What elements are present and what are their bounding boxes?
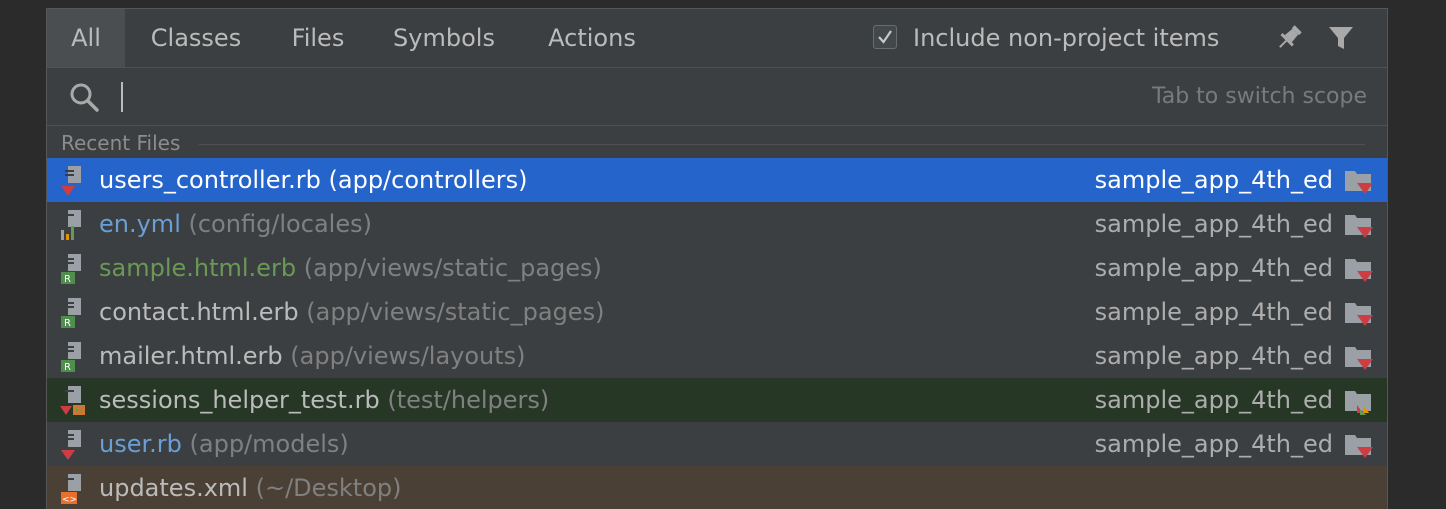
ruby-module-folder-icon [1345,215,1373,238]
file-entry: sample.html.erb (app/views/static_pages) [99,246,602,290]
list-item[interactable]: <> updates.xml (~/Desktop) [47,466,1387,509]
list-item[interactable]: Rmailer.html.erb (app/views/layouts) samp… [47,334,1387,378]
filter-icon[interactable] [1325,22,1357,54]
erb-file-icon: R [61,298,81,329]
file-path: (app/views/static_pages) [306,298,605,326]
switch-scope-hint: Tab to switch scope [1151,84,1367,109]
file-entry: updates.xml (~/Desktop) [99,466,402,509]
erb-file-icon: R [61,342,81,373]
file-path: (config/locales) [188,210,372,238]
file-name: contact.html.erb [99,298,299,326]
file-name: mailer.html.erb [99,342,283,370]
project-name: sample_app_4th_ed [1094,210,1333,238]
ruby-module-folder-icon [1345,347,1373,370]
svg-text:R: R [64,318,71,329]
file-name: user.rb [99,430,182,458]
list-item[interactable]: user.rb (app/models) sample_app_4th_ed [47,422,1387,466]
file-entry: user.rb (app/models) [99,422,349,466]
section-divider [199,144,1365,145]
file-entry: en.yml (config/locales) [99,202,372,246]
list-item[interactable]: en.yml (config/locales) sample_app_4th_ed [47,202,1387,246]
list-item[interactable]: Rsample.html.erb (app/views/static_pages… [47,246,1387,290]
file-name: updates.xml [99,474,248,502]
project-name: sample_app_4th_ed [1094,386,1333,414]
ruby-module-folder-icon [1345,303,1373,326]
ruby-file-icon [61,166,81,196]
file-entry: contact.html.erb (app/views/static_pages… [99,290,604,334]
project-name: sample_app_4th_ed [1094,430,1333,458]
xml-file-icon: <> [61,474,81,505]
tab-all[interactable]: All [47,9,125,67]
file-path: (app/views/layouts) [290,342,526,370]
list-item[interactable]: Rcontact.html.erb (app/views/static_page… [47,290,1387,334]
ruby-test-file-icon [60,386,85,415]
ruby-module-folder-icon [1345,435,1373,458]
search-icon [70,83,99,112]
list-item[interactable]: sessions_helper_test.rb (test/helpers) sa… [47,378,1387,422]
search-bar: Tab to switch scope [47,68,1387,126]
search-everywhere-popup: All Classes Files Symbols Actions Includ… [46,8,1388,509]
svg-text:<>: <> [62,495,77,505]
file-path: (~/Desktop) [255,474,402,502]
project-name: sample_app_4th_ed [1094,166,1333,194]
file-name: sample.html.erb [99,254,297,282]
file-name: users_controller.rb [99,166,321,194]
ruby-module-folder-icon [1345,171,1373,194]
scope-tabs: All Classes Files Symbols Actions Includ… [47,9,1387,68]
file-entry: sessions_helper_test.rb (test/helpers) [99,378,549,422]
tab-classes[interactable]: Classes [125,9,267,67]
section-header-recent-files: Recent Files [61,131,181,155]
file-path: (test/helpers) [387,386,550,414]
ruby-file-icon [61,430,81,460]
ruby-module-folder-icon [1345,259,1373,282]
search-input[interactable] [121,78,1125,116]
svg-text:R: R [64,362,71,373]
checkmark-icon [878,30,892,44]
file-path: (app/views/static_pages) [303,254,602,282]
pin-icon[interactable] [1273,22,1305,54]
project-name: sample_app_4th_ed [1094,254,1333,282]
file-name: en.yml [99,210,181,238]
erb-file-icon: R [61,254,81,285]
test-module-folder-icon [1345,391,1371,415]
tab-symbols[interactable]: Symbols [369,9,519,67]
file-entry: mailer.html.erb (app/views/layouts) [99,334,526,378]
project-name: sample_app_4th_ed [1094,342,1333,370]
include-non-project-label: Include non-project items [913,24,1220,52]
file-path: (app/controllers) [328,166,528,194]
tab-files[interactable]: Files [267,9,369,67]
include-non-project-checkbox[interactable] [873,25,897,49]
file-path: (app/models) [189,430,349,458]
tab-actions[interactable]: Actions [519,9,665,67]
svg-text:R: R [64,274,71,285]
project-name: sample_app_4th_ed [1094,298,1333,326]
file-entry: users_controller.rb (app/controllers) [99,158,528,202]
yaml-file-icon [61,210,81,240]
file-name: sessions_helper_test.rb [99,386,380,414]
text-caret [121,82,123,112]
list-item[interactable]: users_controller.rb (app/controllers) sam… [47,158,1387,202]
